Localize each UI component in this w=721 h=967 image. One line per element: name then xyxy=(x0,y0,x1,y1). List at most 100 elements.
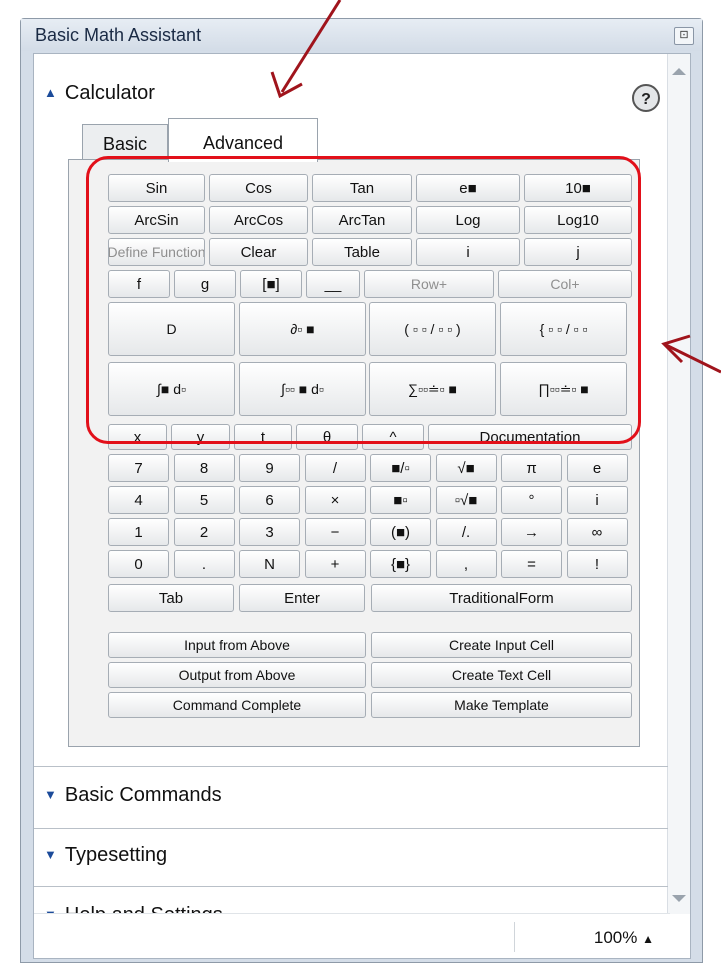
calc-button-tan[interactable]: Tan xyxy=(312,174,412,202)
calc-button-traditionalform[interactable]: TraditionalForm xyxy=(371,584,632,612)
scroll-up-icon[interactable] xyxy=(672,68,686,75)
calc-button-2[interactable]: 2 xyxy=(173,518,235,546)
calc-button-arcsin[interactable]: ArcSin xyxy=(108,206,205,234)
calc-button-symbol[interactable]: + xyxy=(304,550,366,578)
section-typesetting-label: Typesetting xyxy=(64,844,168,866)
calc-button-e[interactable]: e■ xyxy=(416,174,520,202)
calc-button-3[interactable]: 3 xyxy=(239,518,300,546)
calc-button-j[interactable]: j xyxy=(524,238,632,266)
chevron-down-icon: ▼ xyxy=(44,847,57,862)
tab-advanced[interactable]: Advanced xyxy=(168,118,318,162)
calc-button-symbol[interactable]: × xyxy=(304,486,366,514)
calc-button-symbol[interactable]: ∂▫ ■ xyxy=(239,302,366,356)
calc-button-clear[interactable]: Clear xyxy=(209,238,308,266)
help-button[interactable]: ? xyxy=(632,84,660,112)
calc-button-log10[interactable]: Log10 xyxy=(524,206,632,234)
calc-button-input-from-above[interactable]: Input from Above xyxy=(108,632,366,658)
divider xyxy=(34,828,668,829)
calc-button-sin[interactable]: Sin xyxy=(108,174,205,202)
section-typesetting[interactable]: ▼ Typesetting xyxy=(44,844,167,867)
calc-button-d[interactable]: ∫■ d▫ xyxy=(108,362,235,416)
calc-button-symbol[interactable]: ° xyxy=(501,486,562,514)
calc-button-documentation[interactable]: Documentation xyxy=(428,424,632,450)
title-bar[interactable]: Basic Math Assistant ⊡ xyxy=(21,19,702,51)
calc-button-symbol[interactable]: → xyxy=(501,518,562,546)
calc-button-symbol[interactable]: ∞ xyxy=(566,518,628,546)
calc-button-symbol[interactable]: / xyxy=(304,454,366,482)
vertical-scrollbar[interactable] xyxy=(667,54,690,914)
calc-button-enter[interactable]: Enter xyxy=(239,584,365,612)
calc-button-symbol[interactable]: ■/▫ xyxy=(370,454,431,482)
divider xyxy=(34,766,668,767)
calc-button-symbol[interactable]: /. xyxy=(435,518,497,546)
calc-button-symbol[interactable]: ∏▫▫≐▫ ■ xyxy=(500,362,627,416)
calc-button-row[interactable]: Row+ xyxy=(364,270,494,298)
calc-button-symbol[interactable]: ! xyxy=(566,550,628,578)
calc-button-d[interactable]: ∫▫▫ ■ d▫ xyxy=(239,362,366,416)
calc-button-symbol[interactable]: {■} xyxy=(370,550,431,578)
calc-button-symbol[interactable]: ▫√■ xyxy=(435,486,497,514)
calc-button-8[interactable]: 8 xyxy=(173,454,235,482)
calc-button-x[interactable]: x xyxy=(108,424,167,450)
calc-button-i[interactable]: i xyxy=(566,486,628,514)
calc-button-make-template[interactable]: Make Template xyxy=(371,692,632,718)
calc-button-f[interactable]: f xyxy=(108,270,170,298)
zoom-control[interactable]: 100% ▲ xyxy=(594,928,654,948)
calc-button-symbol[interactable]: , xyxy=(435,550,497,578)
calc-button-define-function[interactable]: Define Function xyxy=(108,238,205,266)
section-calculator-label: Calculator xyxy=(64,82,155,104)
calc-button-e[interactable]: e xyxy=(566,454,628,482)
calc-button-1[interactable]: 1 xyxy=(108,518,169,546)
zoom-level: 100% xyxy=(593,928,638,947)
close-icon[interactable]: ⊡ xyxy=(674,27,694,45)
calc-button-command-complete[interactable]: Command Complete xyxy=(108,692,366,718)
calc-button-symbol[interactable]: ^ xyxy=(362,424,424,450)
section-basic-commands[interactable]: ▼ Basic Commands xyxy=(44,784,222,807)
calc-button-7[interactable]: 7 xyxy=(108,454,169,482)
calc-button-symbol[interactable]: (■) xyxy=(370,518,431,546)
section-calculator[interactable]: ▲ Calculator xyxy=(44,82,155,105)
calc-button-symbol[interactable]: √■ xyxy=(435,454,497,482)
calc-button-10[interactable]: 10■ xyxy=(524,174,632,202)
calc-button-symbol[interactable]: ( ▫ ▫ / ▫ ▫ ) xyxy=(369,302,496,356)
calc-button-create-text-cell[interactable]: Create Text Cell xyxy=(371,662,632,688)
section-basic-commands-label: Basic Commands xyxy=(64,784,222,806)
calc-button-symbol[interactable]: __ xyxy=(306,270,360,298)
calc-button-arccos[interactable]: ArcCos xyxy=(209,206,308,234)
calc-button-symbol[interactable]: ∑▫▫≐▫ ■ xyxy=(369,362,496,416)
calc-button-6[interactable]: 6 xyxy=(239,486,300,514)
calc-button-create-input-cell[interactable]: Create Input Cell xyxy=(371,632,632,658)
calc-button-symbol[interactable]: { ▫ ▫ / ▫ ▫ xyxy=(500,302,627,356)
calc-button-col[interactable]: Col+ xyxy=(498,270,632,298)
calc-button-5[interactable]: 5 xyxy=(173,486,235,514)
calc-button-log[interactable]: Log xyxy=(416,206,520,234)
calc-button-arctan[interactable]: ArcTan xyxy=(312,206,412,234)
calc-button-9[interactable]: 9 xyxy=(239,454,300,482)
calc-button-symbol[interactable]: θ xyxy=(296,424,358,450)
calc-button-symbol[interactable]: = xyxy=(501,550,562,578)
scroll-down-icon[interactable] xyxy=(672,895,686,902)
calc-button-table[interactable]: Table xyxy=(312,238,412,266)
palette-window: Basic Math Assistant ⊡ ▲ Calculator ? Bas… xyxy=(20,18,703,963)
calc-button-tab[interactable]: Tab xyxy=(108,584,234,612)
calc-button-cos[interactable]: Cos xyxy=(209,174,308,202)
calc-button-0[interactable]: 0 xyxy=(108,550,169,578)
calc-button-symbol[interactable]: . xyxy=(173,550,235,578)
calc-button-output-from-above[interactable]: Output from Above xyxy=(108,662,366,688)
chevron-down-icon: ▼ xyxy=(44,787,57,802)
calc-button-g[interactable]: g xyxy=(174,270,236,298)
calc-button-i[interactable]: i xyxy=(416,238,520,266)
calc-button-d[interactable]: D xyxy=(108,302,235,356)
calc-button-symbol[interactable]: − xyxy=(304,518,366,546)
calc-button-symbol[interactable]: π xyxy=(501,454,562,482)
calc-button-t[interactable]: t xyxy=(234,424,292,450)
palette-panel: ▲ Calculator ? Basic Advanced Sin Cos Tan e■… xyxy=(33,53,691,959)
calc-button-symbol[interactable]: [■] xyxy=(240,270,302,298)
status-bar: 100% ▲ xyxy=(34,913,670,958)
calc-button-y[interactable]: y xyxy=(171,424,230,450)
calc-button-4[interactable]: 4 xyxy=(108,486,169,514)
calc-button-n[interactable]: N xyxy=(239,550,300,578)
window-title: Basic Math Assistant xyxy=(35,25,202,45)
calc-button-symbol[interactable]: ■▫ xyxy=(370,486,431,514)
tab-basic[interactable]: Basic xyxy=(82,124,168,160)
